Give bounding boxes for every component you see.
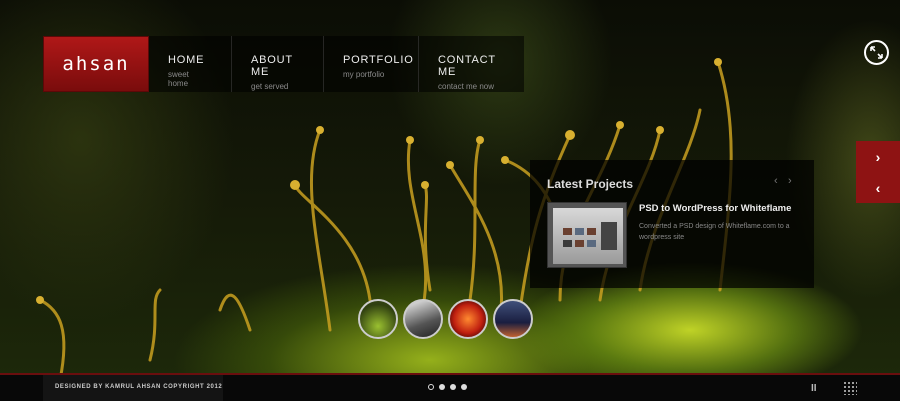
slide-thumb-bw[interactable] bbox=[403, 299, 443, 339]
nav-item-title: ABOUT ME bbox=[251, 54, 293, 78]
nav-item-title: CONTACT ME bbox=[438, 54, 496, 78]
footer-bar: DESIGNED BY KAMRUL AHSAN COPYRIGHT 2012 … bbox=[0, 373, 900, 401]
nav-item-subtitle: my portfolio bbox=[343, 70, 385, 79]
pause-icon[interactable]: II bbox=[811, 383, 817, 394]
project-thumbnail[interactable] bbox=[547, 202, 627, 268]
nav-item-about[interactable]: ABOUT ME get served bbox=[232, 36, 324, 92]
nav-item-subtitle: sweet home bbox=[168, 70, 189, 88]
nav-item-home[interactable]: HOME sweet home bbox=[149, 36, 232, 92]
slide-thumb-bridge[interactable] bbox=[493, 299, 533, 339]
fullscreen-icon[interactable] bbox=[864, 40, 889, 65]
prev-slide-button[interactable]: ‹ bbox=[856, 172, 900, 203]
slide-thumb-red[interactable] bbox=[448, 299, 488, 339]
pagination-dot[interactable] bbox=[450, 384, 456, 390]
pagination-dot[interactable] bbox=[461, 384, 467, 390]
chevron-left-icon: ‹ bbox=[875, 179, 881, 196]
projects-prev-icon[interactable]: ‹ bbox=[774, 175, 778, 187]
footer-credit: DESIGNED BY KAMRUL AHSAN COPYRIGHT 2012 bbox=[43, 375, 223, 401]
nav-item-portfolio[interactable]: PORTFOLIO my portfolio bbox=[324, 36, 419, 92]
latest-projects-panel: Latest Projects ‹ › PSD to WordPress for… bbox=[530, 160, 814, 288]
latest-projects-title: Latest Projects bbox=[547, 177, 634, 191]
slide-thumbnails bbox=[358, 299, 533, 339]
nav-item-title: HOME bbox=[168, 54, 205, 66]
main-nav: HOME sweet home ABOUT ME get served PORT… bbox=[149, 36, 524, 92]
project-title-link[interactable]: PSD to WordPress for Whiteflame bbox=[639, 203, 791, 214]
pagination-dot[interactable] bbox=[439, 384, 445, 390]
slide-thumb-moss[interactable] bbox=[358, 299, 398, 339]
projects-next-icon[interactable]: › bbox=[788, 175, 792, 187]
project-description: Converted a PSD design of Whiteflame.com… bbox=[639, 223, 790, 241]
pagination-dot[interactable] bbox=[428, 384, 434, 390]
nav-item-title: PORTFOLIO bbox=[343, 54, 414, 66]
next-slide-button[interactable]: › bbox=[856, 141, 900, 172]
slide-pagination bbox=[428, 384, 467, 390]
nav-item-subtitle: contact me now bbox=[438, 82, 495, 91]
nav-item-subtitle: get served bbox=[251, 82, 289, 91]
grid-icon[interactable] bbox=[843, 381, 857, 395]
site-logo[interactable]: ahsan bbox=[43, 36, 149, 92]
chevron-right-icon: › bbox=[875, 148, 881, 165]
logo-text: ahsan bbox=[62, 53, 130, 75]
nav-item-contact[interactable]: CONTACT ME contact me now bbox=[419, 36, 524, 92]
